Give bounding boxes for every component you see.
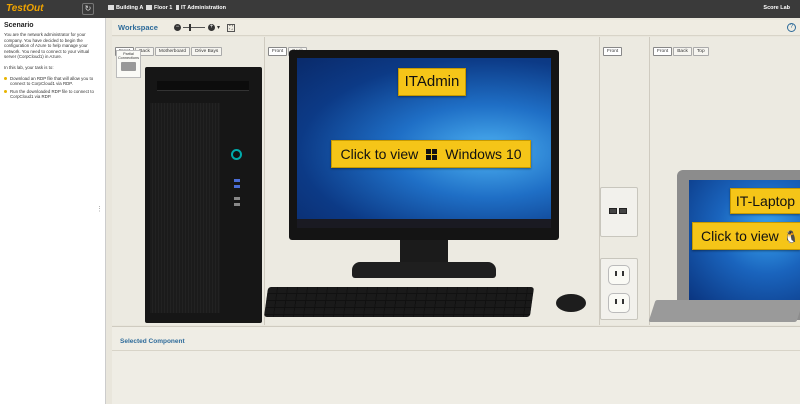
ethernet-jack-icon[interactable] [609,208,617,214]
audio-port-icon [234,203,240,206]
tower-grille [150,103,220,313]
selected-component-title: Selected Component [120,338,185,345]
power-outlet[interactable] [608,293,630,313]
pc-tower[interactable] [145,67,262,323]
building-icon [146,5,152,10]
selected-component-panel: Selected Component [112,326,800,404]
scenario-intro: You are the network administrator for yo… [4,32,90,60]
cable-icon [121,62,136,71]
wall-front-button[interactable]: Front [603,47,623,56]
scenario-title: Scenario [4,22,34,29]
laptop-top-button[interactable]: Top [692,47,709,56]
zoom-out-button[interactable]: − [174,24,181,31]
optical-drive [157,81,249,91]
windows-icon [426,149,438,160]
taskbar [297,219,551,228]
room-icon [176,5,179,10]
usb-port-icon [234,185,240,188]
workspace-title: Workspace [118,23,158,32]
breadcrumb-floor-1[interactable]: Floor 1 [146,5,172,11]
help-icon[interactable]: ? [787,23,796,32]
laptop-front-button[interactable]: Front [653,47,673,56]
ethernet-jack-icon[interactable] [619,208,627,214]
laptop-click-to-view-button[interactable]: Click to view 🐧 [692,222,800,250]
wall-view-buttons: Front [603,39,623,57]
zoom-in-button[interactable]: + [208,24,215,31]
fit-to-screen-icon[interactable]: ⛶ [227,24,235,32]
ethernet-wall-plate[interactable] [600,187,638,237]
pc-name-label[interactable]: ITAdmin [398,68,466,96]
mouse[interactable] [556,294,586,312]
pc-motherboard-button[interactable]: Motherboard [154,47,191,56]
audio-port-icon [234,197,240,200]
zoom-dropdown-icon[interactable]: ▾ [217,24,220,31]
laptop-back-button[interactable]: Back [673,47,692,56]
click-to-view-label: Click to view [340,146,419,162]
power-outlet[interactable] [608,265,630,285]
power-button-icon[interactable] [231,149,242,160]
top-bar: TestOut ↻ Building A Floor 1 IT Administ… [0,0,800,18]
zoom-control: − + ▾ [174,24,234,32]
zoom-slider-thumb[interactable] [189,24,191,31]
pc-drive-bays-button[interactable]: Drive Bays [191,47,223,56]
partial-connections-button[interactable]: Partial Connections [116,50,141,78]
scenario-task-lead: In this lab, your task is to: [4,64,54,70]
breadcrumb-it-administration[interactable]: IT Administration [176,5,226,11]
scenario-sidebar: Scenario You are the network administrat… [0,18,106,404]
laptop-base [648,300,800,322]
building-icon [108,5,114,10]
laptop-view-buttons: Front Back Top [653,39,710,57]
task-item: Run the downloaded RDP file to connect t… [4,89,101,100]
testout-logo: TestOut [6,3,44,14]
usb-port-icon [234,179,240,182]
linux-icon: 🐧 [783,230,799,244]
keyboard[interactable] [263,287,535,317]
score-lab-button[interactable]: Score Lab [763,5,790,11]
task-list: Download an RDP file that will allow you… [4,76,101,100]
sidebar-resize-handle[interactable]: ⋮ [96,205,103,213]
workspace-header: Workspace − + ▾ ⛶ ? [112,20,800,36]
laptop-click-to-view-label: Click to view [701,228,779,244]
monitor-base [352,262,496,278]
breadcrumb-building-a[interactable]: Building A [108,5,143,11]
divider [112,350,800,351]
laptop-name-label[interactable]: IT-Laptop [730,188,800,214]
os-label: Windows 10 [445,146,522,162]
partial-connections-label: Partial Connections [117,52,140,60]
monitor-front-button[interactable]: Front [268,47,288,56]
power-outlet-plate [600,258,638,320]
zoom-slider-track[interactable] [183,27,205,28]
task-item: Download an RDP file that will allow you… [4,76,101,87]
click-to-view-windows-button[interactable]: Click to view Windows 10 [331,140,531,168]
refresh-icon[interactable]: ↻ [82,3,94,15]
